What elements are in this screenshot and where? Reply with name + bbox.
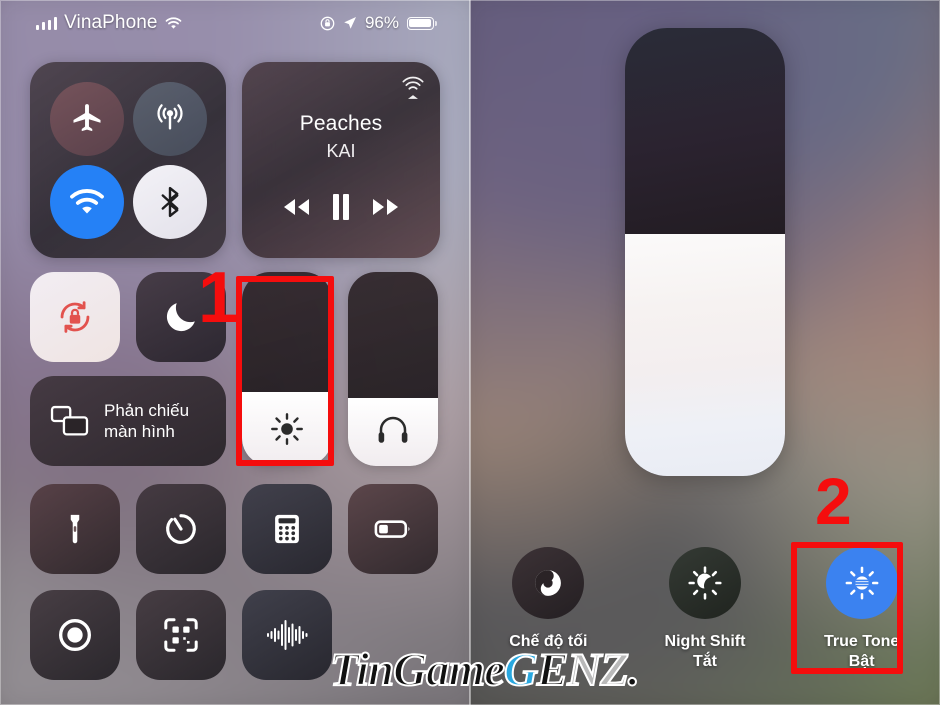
rewind-button[interactable]: [278, 196, 314, 223]
signal-bars-icon: [36, 16, 58, 30]
calculator-button[interactable]: [242, 484, 332, 574]
airplane-icon: [73, 103, 100, 131]
dark-mode-contrast-icon: [535, 570, 562, 597]
forward-button[interactable]: [368, 196, 404, 223]
watermark: TinGame G E NZ .: [329, 643, 641, 697]
left-controls-stack: Phản chiếu màn hình: [30, 272, 226, 466]
screen-mirroring-label-line1: Phản chiếu: [104, 400, 190, 420]
screen-mirroring-label-line2: màn hình: [104, 422, 175, 441]
annotation-spacer: [792, 72, 904, 202]
dark-mode-button[interactable]: [512, 547, 585, 620]
screen-mirroring-button[interactable]: Phản chiếu màn hình: [30, 376, 226, 466]
cellular-antenna-icon: [156, 103, 183, 129]
expanded-brightness-fill: [625, 234, 785, 476]
track-artist: KAI: [326, 141, 356, 161]
screen-record-button[interactable]: [30, 590, 120, 680]
sound-recognition-button[interactable]: [242, 590, 332, 680]
night-shift-button[interactable]: [668, 547, 741, 620]
bluetooth-button[interactable]: [132, 164, 207, 239]
screen-mirroring-icon: [50, 405, 89, 436]
rotation-lock-button[interactable]: [30, 272, 120, 362]
panel-divider: [469, 0, 471, 705]
volume-icon-wrap: [348, 414, 438, 446]
wifi-icon: [69, 188, 104, 214]
status-bar: VinaPhone 96%: [0, 6, 470, 40]
flashlight-button[interactable]: [30, 484, 120, 574]
bluetooth-icon: [161, 186, 178, 217]
annotation-box-2: [791, 542, 903, 674]
rotation-lock-icon: [320, 16, 335, 30]
headphones-icon: [378, 416, 408, 443]
night-shift-icon: [688, 566, 722, 600]
watermark-part-1: TinGame: [329, 643, 506, 697]
airplay-icon: [402, 76, 424, 99]
left-screen-panel: VinaPhone 96% Peaches KAI Phản chiếu màn…: [0, 0, 470, 705]
forward-icon: [373, 199, 399, 215]
volume-slider[interactable]: [348, 272, 438, 466]
annotation-number-1: 1: [198, 258, 239, 338]
screenshot-root: VinaPhone 96% Peaches KAI Phản chiếu màn…: [0, 0, 940, 705]
rotation-lock-icon: [60, 301, 90, 333]
wifi-icon: [165, 16, 181, 29]
track-title: Peaches: [299, 112, 383, 135]
airplane-mode-button[interactable]: [49, 81, 124, 156]
control-center: Peaches KAI Phản chiếu màn hình: [30, 62, 440, 680]
low-power-mode-button[interactable]: [348, 484, 438, 574]
flashlight-icon: [70, 514, 80, 544]
expanded-brightness-slider[interactable]: [625, 28, 785, 476]
qr-code-scanner-button[interactable]: [136, 590, 226, 680]
screen-record-icon: [58, 618, 92, 652]
airplay-button[interactable]: [400, 74, 426, 105]
location-arrow-icon: [344, 17, 356, 29]
rewind-icon: [283, 199, 309, 215]
timer-icon: [166, 514, 196, 544]
calculator-icon: [275, 514, 299, 544]
watermark-part-3: E: [536, 643, 569, 697]
qr-code-scanner-icon: [164, 618, 198, 652]
moon-icon: [166, 303, 195, 332]
sound-waveform-icon: [267, 620, 308, 650]
carrier-label: VinaPhone: [64, 12, 158, 33]
pause-icon: [332, 194, 349, 220]
watermark-part-4: NZ: [566, 643, 630, 697]
wifi-button[interactable]: [49, 164, 124, 239]
battery-low-power-icon: [374, 520, 410, 538]
timer-button[interactable]: [136, 484, 226, 574]
cellular-data-button[interactable]: [132, 81, 207, 156]
battery-icon: [407, 16, 437, 30]
now-playing-module: Peaches KAI: [242, 62, 440, 258]
battery-percent-label: 96%: [364, 13, 399, 32]
watermark-part-2: G: [503, 643, 539, 697]
dark-mode-cell: Chế độ tối: [488, 547, 608, 653]
night-shift-label: Night Shift: [664, 633, 746, 651]
right-screen-panel: Chế độ tối Night Shift Tắt True Tone Bật…: [470, 0, 940, 705]
annotation-number-2: 2: [815, 464, 852, 538]
night-shift-state: Tắt: [692, 653, 717, 670]
watermark-part-5: .: [627, 643, 641, 697]
annotation-box-1: [236, 276, 334, 466]
connectivity-module: [30, 62, 226, 258]
night-shift-cell: Night Shift Tắt: [645, 547, 765, 671]
pause-button[interactable]: [329, 192, 353, 227]
